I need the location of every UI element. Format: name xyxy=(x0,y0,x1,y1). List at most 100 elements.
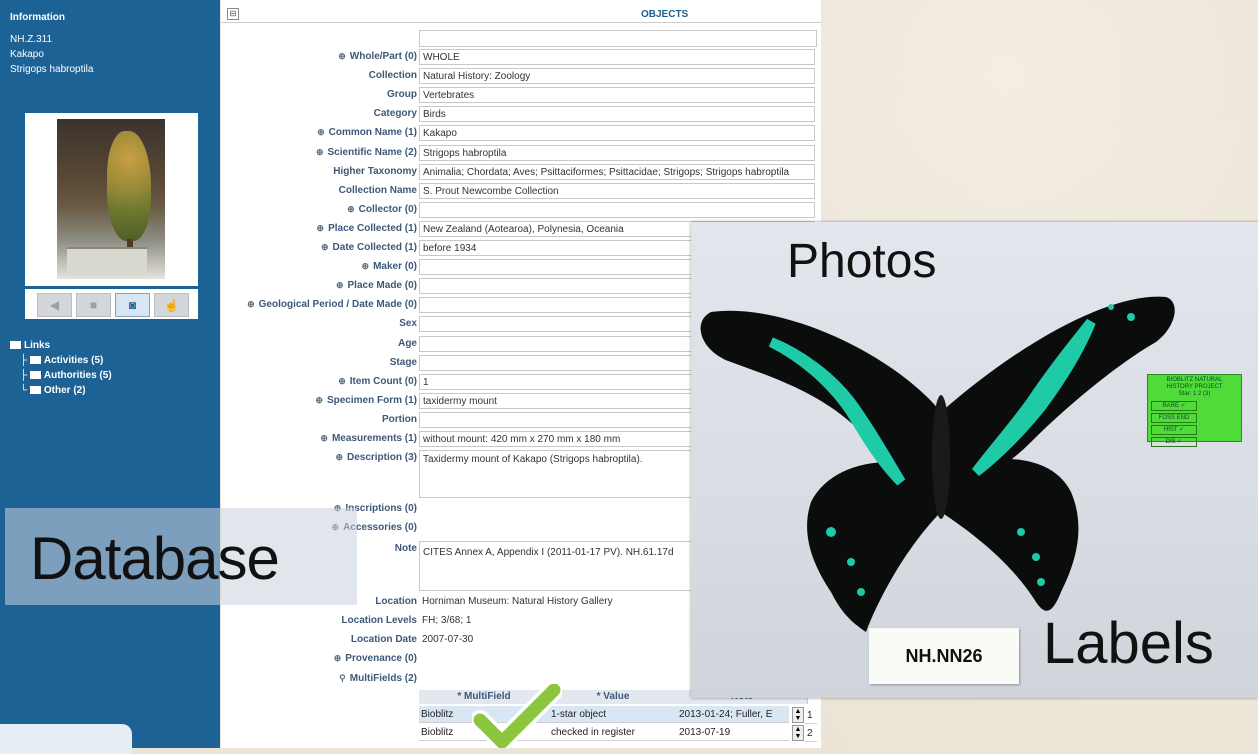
key-icon[interactable]: ⊕ xyxy=(338,51,346,61)
field-label: ⊕ Collector (0) xyxy=(347,203,417,215)
photos-caption: Photos xyxy=(787,235,937,288)
field-row-collection: Collection Natural History: Zoology xyxy=(221,67,821,86)
green-label-cell: RARE ✓ xyxy=(1151,401,1197,411)
mount-plinth xyxy=(67,247,147,273)
folder-icon xyxy=(29,386,41,395)
sidebar-header: Information xyxy=(10,12,65,23)
field-label: Location Levels xyxy=(341,615,417,626)
green-label-grid: RARE ✓ FOSS END HIST ✓ DIS ✓ xyxy=(1150,400,1239,448)
field-label: Portion xyxy=(382,413,417,425)
collapse-button[interactable]: ⊟ xyxy=(227,8,239,20)
field-value[interactable]: Vertebrates xyxy=(419,87,815,104)
field-label: Group xyxy=(387,89,417,101)
key-icon[interactable]: ⊕ xyxy=(362,261,370,271)
object-summary: NH.Z.311 Kakapo Strigops habroptila xyxy=(10,32,93,77)
key-icon[interactable]: ⊕ xyxy=(336,280,344,290)
field-value[interactable]: WHOLE xyxy=(419,49,815,65)
key-icon[interactable]: ⊕ xyxy=(321,242,329,252)
square-icon[interactable]: ■ xyxy=(76,293,111,317)
field-label: ⊕ Specimen Form (1) xyxy=(315,394,417,406)
field-label: ⊕ Maker (0) xyxy=(361,261,417,273)
field-label: ⊕ Item Count (0) xyxy=(338,375,417,387)
field-label: Collection xyxy=(368,70,417,82)
specimen-number-tag: NH.NN26 xyxy=(869,628,1019,684)
green-label-line-2: HISTORY PROJECT xyxy=(1166,384,1223,390)
key-icon[interactable]: ⊕ xyxy=(338,376,346,386)
camera-icon[interactable]: ◙ xyxy=(115,293,150,317)
database-caption: Database xyxy=(30,525,280,592)
table-row-2-value[interactable]: checked in register xyxy=(549,724,677,741)
back-icon[interactable]: ◀ xyxy=(37,293,72,317)
field-value[interactable] xyxy=(419,201,815,218)
table-row-1-note[interactable]: 2013-01-24; Fuller, E xyxy=(677,706,789,723)
field-label: Age xyxy=(398,337,417,349)
field-value[interactable]: Strigops habroptila xyxy=(419,144,815,161)
field-value[interactable]: Kakapo xyxy=(419,125,815,142)
folder-icon xyxy=(29,356,41,365)
form-header-bar xyxy=(221,8,821,23)
field-value[interactable]: Birds xyxy=(419,106,815,123)
object-thumbnail[interactable] xyxy=(25,113,198,286)
field-label: Note xyxy=(394,543,417,554)
field-label: Stage xyxy=(389,356,417,368)
key-icon[interactable]: ⊕ xyxy=(334,653,342,663)
object-scientific-name: Strigops habroptila xyxy=(10,64,94,75)
sidebar-footer-panel xyxy=(0,724,132,754)
value-header[interactable]: * Value xyxy=(549,690,678,704)
field-value[interactable]: Natural History: Zoology xyxy=(419,68,815,85)
field-row-whole-part-: ⊕ Whole/Part (0) WHOLE xyxy=(221,48,821,67)
key-icon[interactable]: ⊕ xyxy=(317,127,325,137)
field-label: ⊕ Common Name (1) xyxy=(317,127,417,139)
key-icon[interactable]: ⊕ xyxy=(335,452,343,462)
field-label: Collection Name xyxy=(338,184,417,196)
row-2-spinner[interactable]: ▲ ▼ xyxy=(792,725,804,741)
key-icon[interactable]: ⊕ xyxy=(247,299,255,309)
field-label: ⊕ Scientific Name (2) xyxy=(315,146,417,158)
links-tree: Links ├ Activities (5) ├ Authorities (5)… xyxy=(10,338,112,398)
field-value[interactable]: S. Prout Newcombe Collection xyxy=(419,182,815,199)
object-number: NH.Z.311 xyxy=(10,34,53,45)
links-item-authorities[interactable]: ├ Authorities (5) xyxy=(10,368,112,383)
key-icon[interactable]: ⊕ xyxy=(320,433,328,443)
field-value[interactable]: Animalia; Chordata; Aves; Psittaciformes… xyxy=(419,163,815,180)
field-label: ⊕ Place Collected (1) xyxy=(316,222,417,234)
top-empty-field[interactable] xyxy=(419,30,817,47)
table-row-1-value[interactable]: 1-star object xyxy=(549,706,677,723)
field-label: Sex xyxy=(399,318,417,330)
row-1-spinner[interactable]: ▲ ▼ xyxy=(792,707,804,723)
field-row-category: Category Birds xyxy=(221,105,821,124)
key-icon[interactable]: ⊕ xyxy=(315,395,323,405)
hand-icon[interactable]: ☝ xyxy=(154,293,189,317)
key-icon[interactable]: ⊕ xyxy=(316,147,324,157)
field-label: Location xyxy=(375,596,417,607)
field-label: ⊕ Place Made (0) xyxy=(335,280,417,292)
field-row-collector-: ⊕ Collector (0) xyxy=(221,201,821,220)
pin-icon[interactable]: ⚲ xyxy=(339,673,346,683)
field-row-common-name-: ⊕ Common Name (1) Kakapo xyxy=(221,124,821,143)
links-item-activities[interactable]: ├ Activities (5) xyxy=(10,353,112,368)
check-icon xyxy=(472,684,562,748)
field-label: ⊕ Measurements (1) xyxy=(320,433,417,444)
field-label: ⊕ Whole/Part (0) xyxy=(338,51,417,62)
links-root[interactable]: Links xyxy=(10,338,112,353)
links-item-other[interactable]: └ Other (2) xyxy=(10,383,112,398)
field-label: Location Date xyxy=(350,634,417,645)
green-label-stars: Star: 1 2 (3) xyxy=(1178,391,1211,397)
green-label-cell: HIST ✓ xyxy=(1151,425,1197,435)
field-label: ⊕ Geological Period / Date Made (0) xyxy=(247,299,417,311)
field-label: Higher Taxonomy xyxy=(333,165,417,177)
field-label: ⊕ Description (3) xyxy=(335,452,417,464)
field-label: ⊕ Provenance (0) xyxy=(333,653,417,664)
green-label-line-1: BIOBLITZ NATURAL xyxy=(1166,377,1223,383)
field-row-higher-taxonomy: Higher Taxonomy Animalia; Chordata; Aves;… xyxy=(221,163,821,182)
table-row-2-note[interactable]: 2013-07-19 xyxy=(677,724,789,741)
kakapo-bird-image xyxy=(107,131,151,241)
key-icon[interactable]: ⊕ xyxy=(347,204,355,214)
thumbnail-toolbar: ◀ ■ ◙ ☝ xyxy=(25,289,198,319)
field-row-collection-name: Collection Name S. Prout Newcombe Collect… xyxy=(221,182,821,201)
folder-icon xyxy=(29,371,41,380)
row-1-number: 1 xyxy=(805,707,817,724)
key-icon[interactable]: ⊕ xyxy=(317,223,325,233)
row-2-number: 2 xyxy=(805,725,817,742)
field-row-group: Group Vertebrates xyxy=(221,86,821,105)
